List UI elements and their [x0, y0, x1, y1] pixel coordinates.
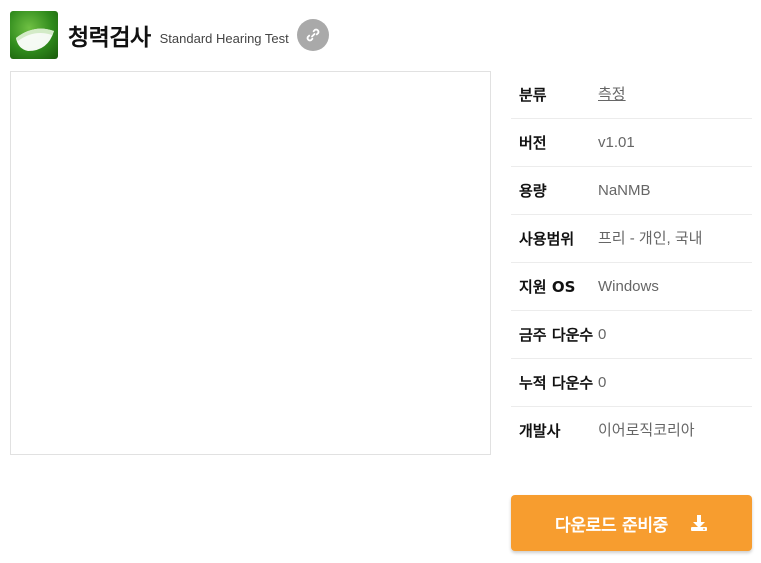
info-key: 개발사	[519, 422, 561, 440]
info-row-weekly-downloads: 금주 다운수 0	[511, 311, 752, 359]
link-icon	[306, 28, 320, 42]
info-row-size: 용량 NaNMB	[511, 167, 752, 215]
info-value: 0	[598, 326, 607, 343]
app-info-table: 분류 측정 버전 v1.01 용량 NaNMB 사용범위 프리 - 개인, 국내…	[511, 71, 752, 454]
page-title: 청력검사	[68, 25, 151, 51]
info-value: 프리 - 개인, 국내	[598, 230, 703, 247]
info-key: 버전	[519, 134, 547, 152]
copy-link-button[interactable]	[296, 19, 329, 51]
app-logo-icon	[10, 11, 58, 59]
info-value: NaNMB	[598, 182, 651, 199]
info-value: Windows	[598, 278, 659, 295]
info-value: 0	[598, 374, 607, 391]
info-key: 용량	[519, 182, 547, 200]
category-link[interactable]: 측정	[598, 83, 752, 107]
info-value: v1.01	[598, 134, 635, 151]
info-row-license: 사용범위 프리 - 개인, 국내	[511, 215, 752, 263]
info-row-total-downloads: 누적 다운수 0	[511, 359, 752, 407]
download-button-label: 다운로드 준비중	[555, 515, 668, 536]
download-button[interactable]: 다운로드 준비중	[511, 495, 752, 551]
info-key: 누적 다운수	[519, 374, 594, 392]
info-value: 이어로직코리아	[598, 422, 695, 439]
screenshot-preview-area	[10, 71, 491, 455]
page-subtitle: Standard Hearing Test	[159, 30, 289, 46]
info-row-developer: 개발사 이어로직코리아	[511, 407, 752, 454]
info-row-version: 버전 v1.01	[511, 119, 752, 167]
info-key: 지원 OS	[519, 278, 576, 296]
info-key: 사용범위	[519, 230, 575, 248]
download-icon	[690, 514, 708, 532]
info-key: 금주 다운수	[519, 326, 594, 344]
info-row-category: 분류 측정	[511, 71, 752, 119]
app-header: 청력검사 Standard Hearing Test	[10, 10, 329, 60]
info-key: 분류	[519, 86, 547, 104]
info-row-os: 지원 OS Windows	[511, 263, 752, 311]
